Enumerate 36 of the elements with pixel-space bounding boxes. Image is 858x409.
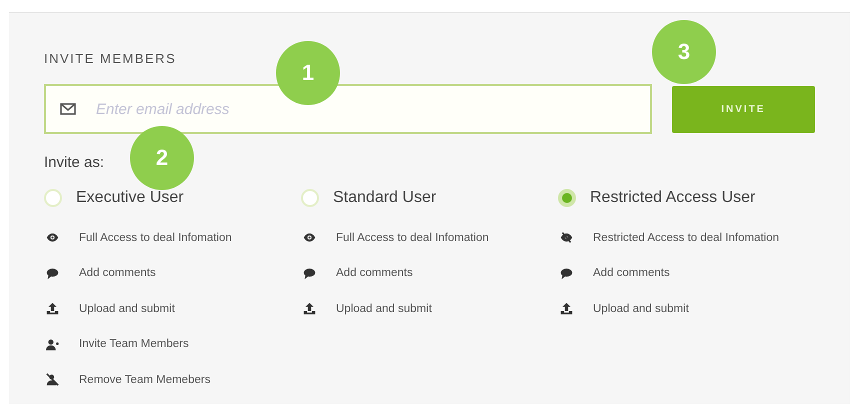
number-badge: 2 [130,126,194,190]
envelope-icon [60,103,76,115]
permission-text: Invite Team Members [79,338,189,350]
upload-icon [560,302,573,316]
number-badge: 1 [276,41,340,105]
permission-text: Restricted Access to deal Infomation [593,232,780,244]
email-field[interactable]: Enter email address [44,84,652,134]
role-label: Executive User [76,189,184,207]
permission-text: Upload and submit [593,302,689,315]
role-label: Standard User [333,189,436,207]
speech-bubble-icon [303,266,316,280]
user-plus-icon [46,338,59,351]
radio-button[interactable] [301,189,319,207]
permission-text: Full Access to deal Infomation [336,232,489,244]
permission-text: Upload and submit [79,302,175,315]
upload-icon [46,302,59,316]
eye-icon [46,231,59,244]
permission-text: Full Access to deal Infomation [79,232,232,244]
radio-button[interactable] [44,189,62,207]
permission-text: Add comments [593,267,670,280]
permission-text: Add comments [79,267,156,280]
number-badge: 3 [652,20,716,84]
crossed-user-icon [46,373,59,386]
crossed-eye-icon [560,231,573,244]
permission-text: Upload and submit [336,302,432,315]
invite-as-label: Invite as: [44,154,104,171]
upload-icon [303,302,316,316]
radio-button[interactable] [558,189,576,207]
speech-bubble-icon [46,266,59,280]
invite-button[interactable]: INVITE [672,86,815,132]
speech-bubble-icon [560,266,573,280]
section-heading: INVITE MEMBERS [44,51,176,66]
eye-icon [303,231,316,244]
permission-text: Add comments [336,267,413,280]
permission-text: Remove Team Memebers [79,374,210,386]
role-label: Restricted Access User [590,189,756,207]
